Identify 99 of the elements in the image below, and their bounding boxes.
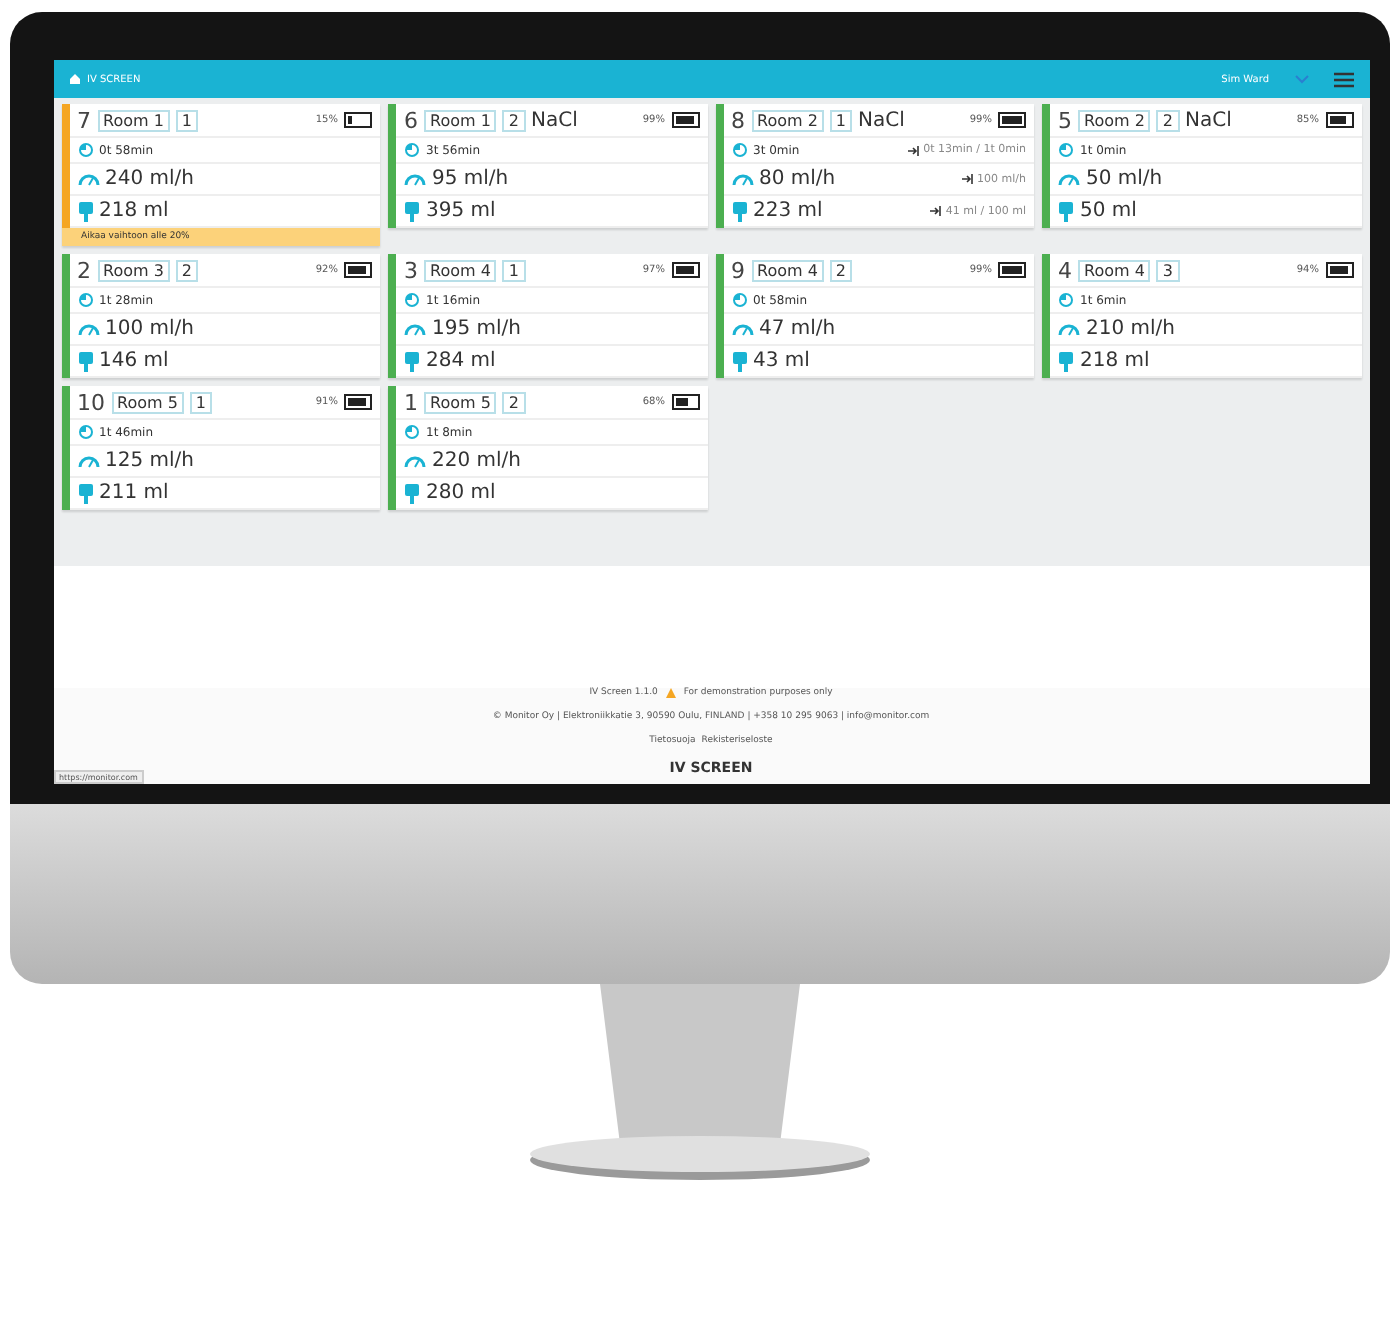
battery-icon — [344, 112, 372, 128]
bed-label: 1 — [189, 391, 213, 413]
iv-bag-icon — [77, 483, 93, 503]
pump-number: 7 — [77, 107, 91, 133]
volume: 223 ml — [753, 200, 823, 222]
drug-name: NaCl — [858, 109, 905, 131]
bed-label: 1 — [502, 259, 526, 281]
iv-bag-icon — [404, 201, 420, 221]
iv-bag-icon — [404, 483, 420, 503]
flow-rate: 100 ml/h — [105, 318, 194, 340]
room-label: Room 4 — [424, 259, 497, 281]
timer-icon — [404, 142, 420, 158]
iv-bag-icon — [404, 351, 420, 371]
volume: 280 ml — [426, 482, 496, 504]
pump-number: 5 — [1058, 107, 1072, 133]
arrow-to-line-icon — [961, 174, 974, 184]
gauge-icon — [1058, 172, 1080, 186]
bed-label: 2 — [502, 109, 526, 131]
room-label: Room 4 — [1078, 259, 1151, 281]
volume: 218 ml — [1080, 350, 1150, 372]
bed-label: 1 — [175, 109, 199, 131]
flow-rate: 50 ml/h — [1086, 168, 1163, 190]
battery-icon — [998, 112, 1026, 128]
flow-rate: 80 ml/h — [759, 168, 836, 190]
room-label: Room 2 — [751, 109, 824, 131]
flow-rate: 125 ml/h — [105, 450, 194, 472]
pump-number: 3 — [404, 257, 418, 283]
pump-number: 6 — [404, 107, 418, 133]
pump-number: 9 — [731, 257, 745, 283]
timer-icon — [1058, 142, 1074, 158]
iv-bag-icon — [77, 351, 93, 371]
gauge-icon — [404, 454, 426, 468]
room-label: Room 2 — [1078, 109, 1151, 131]
arrow-to-line-icon — [907, 145, 920, 155]
bed-label: 2 — [1156, 109, 1180, 131]
bed-label: 2 — [175, 259, 199, 281]
gauge-icon — [77, 454, 99, 468]
volume: 211 ml — [99, 482, 169, 504]
volume: 284 ml — [426, 350, 496, 372]
pump-number: 1 — [404, 389, 418, 415]
pump-number: 8 — [731, 107, 745, 133]
gauge-icon — [404, 322, 426, 336]
home-icon — [69, 74, 79, 84]
timer-icon — [77, 142, 93, 158]
battery-icon — [671, 262, 699, 278]
menu-icon[interactable] — [1333, 71, 1353, 87]
room-label: Room 1 — [97, 109, 170, 131]
gauge-icon — [77, 322, 99, 336]
bed-label: 2 — [502, 391, 526, 413]
battery-icon — [344, 394, 372, 410]
timer-icon — [404, 292, 420, 308]
iv-bag-icon — [1058, 351, 1074, 371]
timer-icon — [731, 292, 747, 308]
pump-number: 10 — [77, 389, 105, 415]
flow-rate: 47 ml/h — [759, 318, 836, 340]
room-label: Room 4 — [751, 259, 824, 281]
arrow-to-line-icon — [929, 206, 942, 216]
volume: 218 ml — [99, 200, 169, 222]
gauge-icon — [731, 172, 753, 186]
bed-label: 2 — [829, 259, 853, 281]
gauge-icon — [731, 322, 753, 336]
iv-bag-icon — [77, 201, 93, 221]
room-label: Room 3 — [97, 259, 170, 281]
iv-bag-icon — [1058, 201, 1074, 221]
battery-icon — [998, 262, 1026, 278]
flow-rate: 220 ml/h — [432, 450, 521, 472]
flow-rate: 240 ml/h — [105, 168, 194, 190]
room-label: Room 1 — [424, 109, 497, 131]
battery-icon — [671, 394, 699, 410]
gauge-icon — [77, 172, 99, 186]
timer-icon — [731, 142, 747, 158]
room-label: Room 5 — [424, 391, 497, 413]
volume: 146 ml — [99, 350, 169, 372]
bed-label: 3 — [1156, 259, 1180, 281]
flow-rate: 210 ml/h — [1086, 318, 1175, 340]
flow-rate: 195 ml/h — [432, 318, 521, 340]
timer-icon — [1058, 292, 1074, 308]
battery-icon — [1325, 112, 1353, 128]
flow-rate: 95 ml/h — [432, 168, 509, 190]
pump-number: 2 — [77, 257, 91, 283]
warning-icon — [665, 688, 676, 698]
battery-icon — [671, 112, 699, 128]
drug-name: NaCl — [531, 109, 578, 131]
bed-label: 1 — [829, 109, 853, 131]
volume: 395 ml — [426, 200, 496, 222]
timer-icon — [404, 424, 420, 440]
room-label: Room 5 — [111, 391, 184, 413]
battery-icon — [344, 262, 372, 278]
iv-bag-icon — [731, 201, 747, 221]
volume: 43 ml — [753, 350, 810, 372]
gauge-icon — [1058, 322, 1080, 336]
pump-number: 4 — [1058, 257, 1072, 283]
gauge-icon — [404, 172, 426, 186]
volume: 50 ml — [1080, 200, 1137, 222]
drug-name: NaCl — [1185, 109, 1232, 131]
timer-icon — [77, 292, 93, 308]
battery-icon — [1325, 262, 1353, 278]
iv-bag-icon — [731, 351, 747, 371]
timer-icon — [77, 424, 93, 440]
